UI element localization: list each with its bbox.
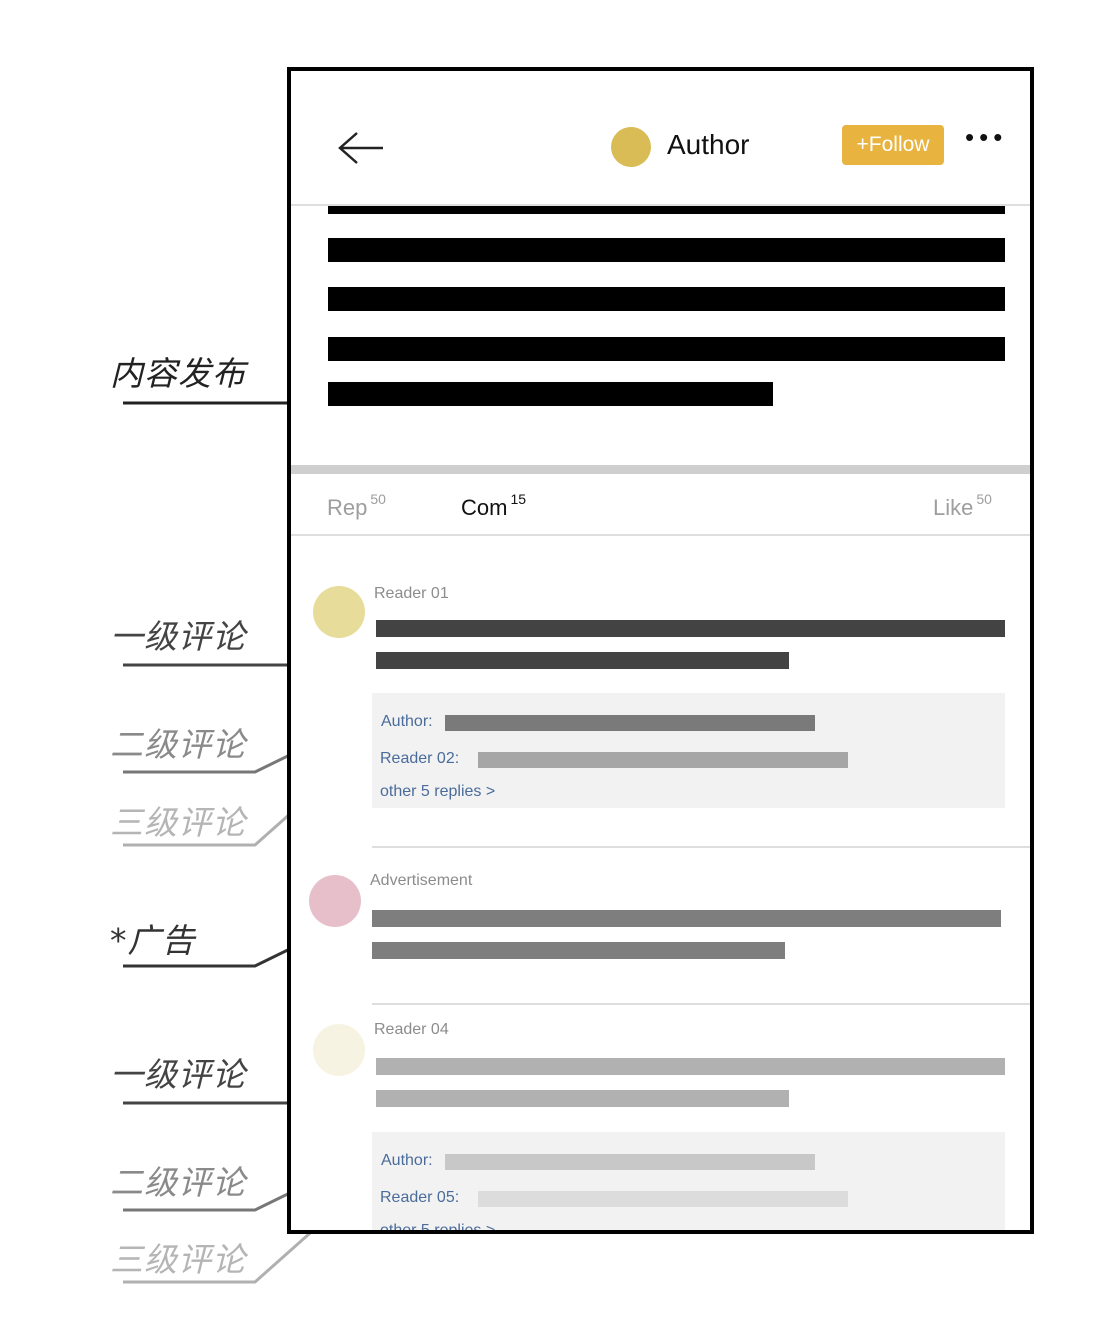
tab-reposts[interactable]: Rep 50: [327, 491, 386, 521]
comment-divider: [372, 846, 1030, 848]
annotation-first-level-comment: 一级评论: [110, 617, 246, 656]
comment-text-line: [376, 652, 789, 669]
annotation-advertisement: *广告: [110, 921, 196, 960]
more-horizontal-icon[interactable]: •••: [965, 124, 1015, 150]
reply-author[interactable]: Reader 05:: [380, 1189, 459, 1207]
comment-text-line: [376, 1058, 1005, 1075]
section-divider: [291, 465, 1030, 474]
annotation-third-level-comment: 三级评论: [110, 803, 246, 842]
comment-divider: [372, 1003, 1030, 1005]
annotation-first-level-comment-2: 一级评论: [110, 1055, 246, 1094]
back-arrow-icon[interactable]: [337, 131, 385, 165]
content-line: [328, 206, 1005, 214]
reply-text-line: [445, 1154, 815, 1170]
diagram-canvas: 内容发布 一级评论 二级评论 三级评论 *广告 一级评论 二级评论 三级评论 A…: [0, 0, 1112, 1322]
tab-label: Com: [461, 495, 508, 520]
tab-count: 50: [370, 491, 386, 507]
comment-avatar[interactable]: [313, 586, 365, 638]
tabs-divider: [291, 534, 1030, 536]
comment-avatar[interactable]: [313, 1024, 365, 1076]
reply-author[interactable]: Author:: [381, 1152, 433, 1170]
content-line: [328, 287, 1005, 311]
content-line: [328, 337, 1005, 361]
author-name[interactable]: Author: [667, 129, 750, 161]
author-avatar[interactable]: [611, 127, 651, 167]
annotation-third-level-comment-2: 三级评论: [110, 1240, 246, 1279]
ad-text-line: [372, 910, 1001, 927]
phone-frame: Author +Follow ••• Rep 50 Com 15 Like 50 Re…: [287, 67, 1034, 1234]
advertisement-label[interactable]: Advertisement: [370, 872, 472, 890]
reply-author[interactable]: Reader 02:: [380, 750, 459, 768]
tab-count: 15: [510, 491, 527, 507]
tab-label: Rep: [327, 495, 368, 520]
comment-author[interactable]: Reader 01: [374, 585, 449, 603]
ad-text-line: [372, 942, 785, 959]
follow-button[interactable]: +Follow: [842, 125, 944, 165]
annotation-content-publish: 内容发布: [110, 354, 246, 393]
tab-comments[interactable]: Com 15: [461, 491, 526, 521]
content-line: [328, 382, 773, 406]
reply-text-line: [478, 752, 848, 768]
advertisement-avatar[interactable]: [309, 875, 361, 927]
tab-likes[interactable]: Like 50: [933, 491, 992, 521]
reply-text-line: [445, 715, 815, 731]
comment-text-line: [376, 1090, 789, 1107]
reply-author[interactable]: Author:: [381, 713, 433, 731]
more-replies-link[interactable]: other 5 replies >: [380, 783, 495, 801]
comment-text-line: [376, 620, 1005, 637]
tab-label: Like: [933, 495, 974, 520]
content-line: [328, 238, 1005, 262]
reply-box: Author: Reader 02: other 5 replies >: [372, 693, 1005, 808]
reply-text-line: [478, 1191, 848, 1207]
comment-author[interactable]: Reader 04: [374, 1021, 449, 1039]
tab-count: 50: [976, 491, 992, 507]
annotation-second-level-comment-2: 二级评论: [110, 1163, 246, 1202]
annotation-second-level-comment: 二级评论: [110, 725, 246, 764]
more-replies-link[interactable]: other 5 replies >: [380, 1222, 495, 1230]
reply-box: Author: Reader 05: other 5 replies >: [372, 1132, 1005, 1230]
